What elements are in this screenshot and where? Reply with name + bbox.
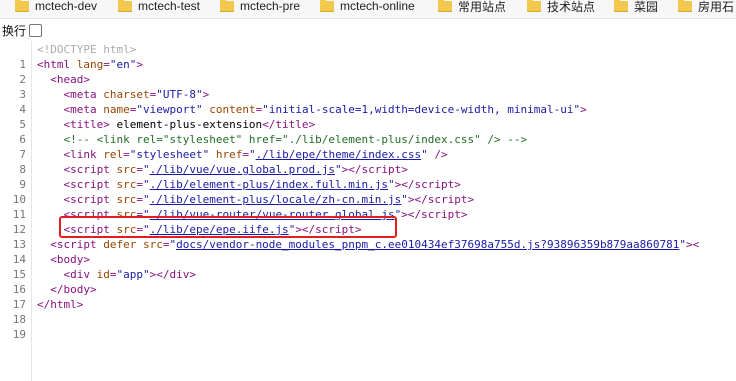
div-id-value: "app" xyxy=(116,268,150,281)
script-link-vue[interactable]: ./lib/vue/vue.global.prod.js xyxy=(150,163,335,176)
source-line: 17 </body> xyxy=(0,282,736,311)
folder-icon xyxy=(320,0,334,12)
source-line: 10 <script src="./lib/element-plus/index… xyxy=(0,177,736,206)
bookmark-label: 常用站点 xyxy=(458,0,507,14)
source-line: 3 <head> xyxy=(0,72,736,101)
bookmark-mctech-pre[interactable]: mctech-pre xyxy=(220,0,300,15)
source-view: 1 <!DOCTYPE html> 2 <html lang="en"> 3 <… xyxy=(0,41,736,381)
source-line: 5 <meta name="viewport" content="initial… xyxy=(0,102,736,131)
bookmark-label: mctech-dev xyxy=(35,0,98,13)
bookmark-house[interactable]: 房用石 xyxy=(678,0,734,15)
folder-icon xyxy=(678,0,692,12)
doctype: <!DOCTYPE html> xyxy=(37,43,137,56)
folder-icon xyxy=(118,0,132,12)
script-link-element-plus[interactable]: ./lib/element-plus/index.full.min.js xyxy=(150,178,388,191)
folder-icon xyxy=(438,0,452,12)
bookmark-label: mctech-test xyxy=(138,0,201,13)
bookmark-mctech-test[interactable]: mctech-test xyxy=(118,0,200,15)
source-line: 11 <script src="./lib/element-plus/local… xyxy=(0,192,736,221)
bookmark-mctech-online[interactable]: mctech-online xyxy=(320,0,415,15)
line-wrap-label: 换行 xyxy=(2,23,27,38)
source-line: 7 <!-- <link rel="stylesheet" href="./li… xyxy=(0,132,736,161)
bookmark-tech-sites[interactable]: 技术站点 xyxy=(527,0,595,15)
html-comment: <!-- <link rel="stylesheet" href="./lib/… xyxy=(63,133,528,146)
source-line: 15 <body> xyxy=(0,252,736,281)
folder-icon xyxy=(15,0,29,12)
script-link-locale[interactable]: ./lib/element-plus/locale/zh-cn.min.js xyxy=(150,193,402,206)
bookmark-label: mctech-pre xyxy=(240,0,301,13)
source-line: 8 <link rel="stylesheet" href="./lib/epe… xyxy=(0,147,736,176)
source-line: 12 <script src="./lib/vue-router/vue-rou… xyxy=(0,207,736,236)
source-line: 14 <script defer src="docs/vendor-node_m… xyxy=(0,237,736,266)
line-wrap-toggle: 换行 xyxy=(0,19,736,41)
title-text: element-plus-extension xyxy=(116,118,263,131)
script-link-epe[interactable]: ./lib/epe/epe.iife.js xyxy=(150,223,289,236)
line-number: 19 xyxy=(12,328,26,341)
bookmark-garden[interactable]: 菜园 xyxy=(614,0,658,15)
source-line: 2 <html lang="en"> xyxy=(0,57,736,86)
folder-icon xyxy=(614,0,628,12)
meta-name-value: "viewport" xyxy=(136,103,203,116)
source-line: 4 <meta charset="UTF-8"> xyxy=(0,87,736,116)
link-rel-value: "stylesheet" xyxy=(129,148,210,161)
html-lang-value: "en" xyxy=(109,58,137,71)
script-link-vue-router[interactable]: ./lib/vue-router/vue-router.global.js xyxy=(150,208,395,221)
script-link-vendor[interactable]: docs/vendor-node_modules_pnpm_c.ee010434… xyxy=(176,238,679,251)
stylesheet-link[interactable]: ./lib/epe/theme/index.css xyxy=(256,148,422,161)
meta-content-value: "initial-scale=1,width=device-width, min… xyxy=(262,103,581,116)
source-line: 19 xyxy=(0,312,736,341)
meta-charset-value: "UTF-8" xyxy=(156,88,203,101)
bookmark-common-sites[interactable]: 常用站点 xyxy=(438,0,506,15)
source-line: 9 <script src="./lib/vue/vue.global.prod… xyxy=(0,162,736,191)
bookmark-mctech-dev[interactable]: mctech-dev xyxy=(15,0,97,15)
folder-icon xyxy=(220,0,234,12)
bookmark-label: mctech-online xyxy=(340,0,415,13)
source-line: 13 <script src="./lib/epe/epe.iife.js"><… xyxy=(0,222,736,251)
bookmarks-bar: mctech-dev mctech-test mctech-pre mctech… xyxy=(0,0,736,19)
line-wrap-checkbox[interactable] xyxy=(29,23,43,37)
bookmark-label: 房用石 xyxy=(698,0,735,14)
folder-icon xyxy=(527,0,541,12)
source-line: 16 <div id="app"></div> xyxy=(0,267,736,296)
source-line: 18 </html> xyxy=(0,297,736,326)
source-line: 6 <title> element-plus-extension</title> xyxy=(0,117,736,146)
bookmark-label: 技术站点 xyxy=(547,0,596,14)
source-line: 1 <!DOCTYPE html> xyxy=(0,42,736,71)
bookmark-label: 菜园 xyxy=(634,0,659,14)
